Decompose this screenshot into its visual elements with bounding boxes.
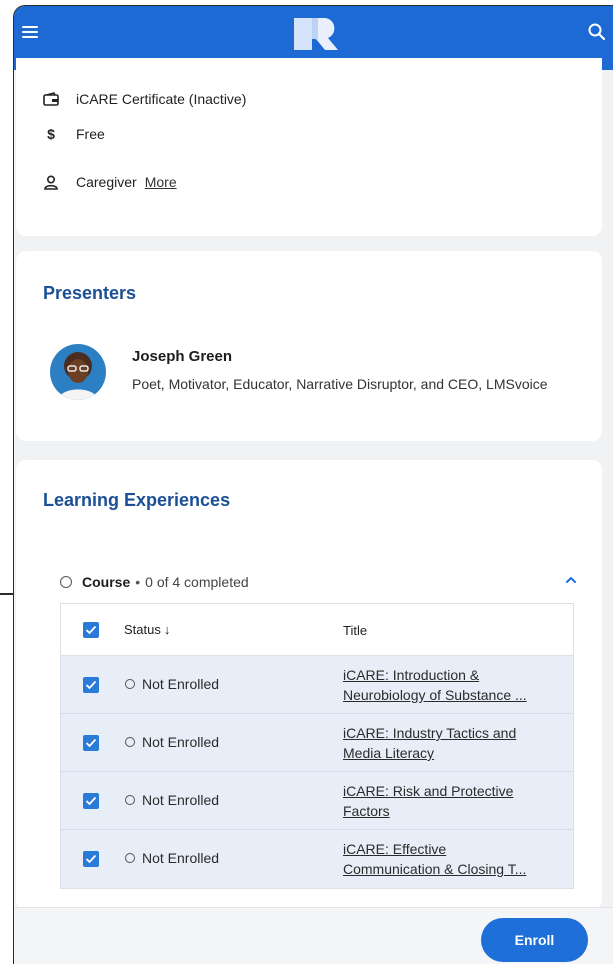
status-circle-icon xyxy=(125,795,135,805)
course-title-link[interactable]: iCARE: Introduction & Neurobiology of Su… xyxy=(343,665,558,705)
enroll-button[interactable]: Enroll xyxy=(481,918,588,962)
course-summary: Course • 0 of 4 completed xyxy=(60,574,249,590)
select-all-checkbox[interactable] xyxy=(83,622,99,638)
courses-table: Status ↓ Title Not Enrolled iCARE: Intro… xyxy=(60,603,574,889)
course-info-card: iCARE Certificate (Inactive) $ Free Care… xyxy=(16,58,602,236)
table-row: Not Enrolled iCARE: Introduction & Neuro… xyxy=(61,656,573,714)
hamburger-menu-icon[interactable] xyxy=(22,26,38,40)
status-circle-icon xyxy=(125,679,135,689)
status-label: Not Enrolled xyxy=(142,850,220,866)
certificate-label: iCARE Certificate (Inactive) xyxy=(76,91,247,107)
price-label: Free xyxy=(76,126,105,142)
course-title-line2: Neurobiology of Substance ... xyxy=(343,687,527,703)
table-row: Not Enrolled iCARE: Risk and Protective … xyxy=(61,772,573,830)
course-title-line1: iCARE: Introduction & xyxy=(343,667,480,683)
app-window: iCARE Certificate (Inactive) $ Free Care… xyxy=(13,5,613,964)
row-checkbox[interactable] xyxy=(83,793,99,809)
status-cell: Not Enrolled xyxy=(125,734,219,750)
more-link[interactable]: More xyxy=(145,174,177,190)
learning-experiences-card: Learning Experiences Course • 0 of 4 com… xyxy=(16,460,602,910)
course-title-link[interactable]: iCARE: Effective Communication & Closing… xyxy=(343,839,558,879)
certificate-row: iCARE Certificate (Inactive) xyxy=(42,91,246,107)
price-row: $ Free xyxy=(42,126,105,142)
course-title-line1: iCARE: Risk and Protective xyxy=(343,783,514,799)
status-circle-icon xyxy=(125,737,135,747)
left-divider-line xyxy=(0,593,13,595)
sort-arrow-icon: ↓ xyxy=(163,622,171,637)
course-label: Course xyxy=(82,574,131,590)
audience-row: Caregiver More xyxy=(42,174,177,190)
brand-logo[interactable] xyxy=(288,12,344,52)
person-icon xyxy=(42,174,60,190)
course-title-line1: iCARE: Industry Tactics and xyxy=(343,725,517,741)
presenters-heading: Presenters xyxy=(43,283,137,303)
presenter-role: Poet, Motivator, Educator, Narrative Dis… xyxy=(132,376,548,392)
status-label: Not Enrolled xyxy=(142,676,220,692)
table-header: Status ↓ Title xyxy=(61,604,573,656)
course-progress: 0 of 4 completed xyxy=(145,574,249,590)
course-title-link[interactable]: iCARE: Industry Tactics and Media Litera… xyxy=(343,723,558,763)
course-title-line2: Factors xyxy=(343,803,390,819)
status-cell: Not Enrolled xyxy=(125,850,219,866)
course-title-link[interactable]: iCARE: Risk and Protective Factors xyxy=(343,781,558,821)
learning-experiences-heading: Learning Experiences xyxy=(43,490,231,510)
title-column-header: Title xyxy=(343,623,368,638)
course-title-line2: Media Literacy xyxy=(343,745,435,761)
course-title-line1: iCARE: Effective xyxy=(343,841,447,857)
presenter-name: Joseph Green xyxy=(132,348,233,365)
row-checkbox[interactable] xyxy=(83,735,99,751)
status-header-label: Status xyxy=(124,622,161,637)
row-checkbox[interactable] xyxy=(83,677,99,693)
wallet-icon xyxy=(42,91,60,107)
search-icon[interactable] xyxy=(587,22,607,42)
presenter-avatar xyxy=(50,344,106,400)
status-circle-icon xyxy=(125,853,135,863)
table-row: Not Enrolled iCARE: Industry Tactics and… xyxy=(61,714,573,772)
table-row: Not Enrolled iCARE: Effective Communicat… xyxy=(61,830,573,888)
status-label: Not Enrolled xyxy=(142,792,220,808)
row-checkbox[interactable] xyxy=(83,851,99,867)
status-cell: Not Enrolled xyxy=(125,792,219,808)
course-separator: • xyxy=(135,574,141,590)
course-title-line2: Communication & Closing T... xyxy=(343,861,527,877)
chevron-up-icon[interactable] xyxy=(562,571,580,589)
presenters-card: Presenters Joseph Green Poet, Motivator,… xyxy=(16,251,602,441)
course-status-icon xyxy=(60,576,72,588)
status-label: Not Enrolled xyxy=(142,734,220,750)
status-column-header[interactable]: Status ↓ xyxy=(124,622,170,637)
status-cell: Not Enrolled xyxy=(125,676,219,692)
audience-label: Caregiver xyxy=(76,174,137,190)
dollar-icon: $ xyxy=(47,126,55,142)
